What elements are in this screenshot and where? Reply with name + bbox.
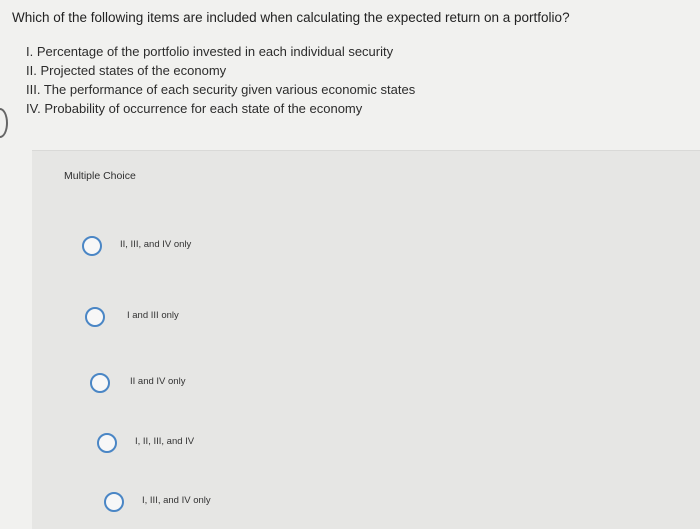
answer-option-label: I, II, III, and IV (135, 436, 195, 447)
radio-button-icon[interactable] (82, 236, 102, 256)
question-item-1: I. Percentage of the portfolio invested … (26, 44, 394, 59)
answer-option-label: II and IV only (130, 376, 186, 387)
answer-option-label: I and III only (127, 310, 179, 321)
answer-option-label: II, III, and IV only (120, 239, 192, 250)
answer-option-label: I, III, and IV only (142, 495, 211, 506)
radio-button-icon[interactable] (90, 373, 110, 393)
question-item-3: III. The performance of each security gi… (26, 82, 416, 97)
multiple-choice-panel: Multiple Choice II, III, and IV only I a… (32, 150, 700, 529)
radio-button-icon[interactable] (104, 492, 124, 512)
window-edge-bracket (0, 108, 8, 138)
radio-button-icon[interactable] (85, 307, 105, 327)
radio-button-icon[interactable] (97, 433, 117, 453)
question-item-4: IV. Probability of occurrence for each s… (26, 101, 363, 116)
multiple-choice-label: Multiple Choice (64, 170, 136, 182)
question-items-list: I. Percentage of the portfolio invested … (26, 42, 415, 118)
panel-top-divider (32, 150, 700, 151)
question-item-2: II. Projected states of the economy (26, 63, 227, 78)
question-text: Which of the following items are include… (12, 10, 570, 25)
